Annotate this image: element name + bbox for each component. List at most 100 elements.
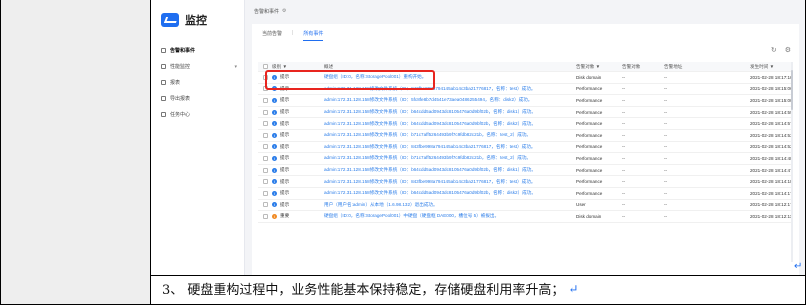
summary-link[interactable]: 硬盘组（ID:0，名称:StoragePool001）中硬盘（硬盘框 DAE00… [324,213,499,218]
sidebar-nav: 告警和事件性能监控 ▾ 报表导出报表任务中心 [151,42,245,122]
select-all-checkbox[interactable] [262,64,268,69]
level-cell: i 提示 [272,144,324,150]
export-icon [161,95,166,101]
row-checkbox[interactable] [262,179,268,185]
info-icon: i [272,144,277,150]
object-cell: -- [622,86,626,92]
object-cell: -- [622,121,626,127]
summary-cell: admin:172.31.128.158修改文件系统（ID：b64cdd5ad0… [324,109,576,115]
sidebar-item-label: 任务中心 [170,111,191,118]
sidebar-item-label: 导出报表 [170,95,191,102]
table-row[interactable]: i 重要 硬盘组（ID:0，名称:StoragePool001）中硬盘（硬盘框 DA… [258,211,793,223]
row-checkbox-cell [258,190,272,196]
type-cell: Performance [576,132,603,138]
sidebar-item-4[interactable]: 任务中心 [151,106,245,122]
breadcrumb: 告警和事件 [254,8,280,15]
row-checkbox[interactable] [262,155,268,161]
sidebar: 监控 告警和事件 性能监控 ▾ 报表 导出报表 任务中心 [151,0,245,275]
row-checkbox[interactable] [262,202,268,208]
row-checkbox[interactable] [262,144,268,150]
row-checkbox[interactable] [262,109,268,115]
sidebar-item-3[interactable]: 导出报表 [151,90,245,106]
sidebar-item-1[interactable]: 性能监控 ▾ [151,58,245,74]
summary-link[interactable]: admin:172.31.128.158修改文件系统（ID：b64cdd5ad0… [324,190,536,195]
summary-link[interactable]: admin:172.31.128.158修改文件系统（ID：b71c7aff52… [324,155,531,160]
table-row[interactable]: i 提示 admin:172.31.128.158修改文件系统（ID：b64cdd5… [258,188,793,200]
summary-link[interactable]: admin:172.31.128.158修改文件系统（ID：b64cdd5ad0… [324,109,536,114]
header-type[interactable]: 告警对象 ▼ [576,64,622,70]
scrollbar-thumb[interactable] [791,70,793,110]
chart-icon [161,63,166,69]
summary-cell: admin:172.31.128.158修改文件系统（ID：843fbe998a… [324,179,576,185]
monitor-logo-icon [161,13,179,27]
object-cell: -- [622,74,626,80]
header-time[interactable]: 发生时间 ▼ [750,64,790,70]
table-row[interactable]: i 提示 admin:172.31.128.158修改文件系统（ID：b64cdd5… [258,118,793,130]
table-row[interactable]: i 提示 admin:172.31.128.158修改文件系统（ID：b71c7af… [258,153,793,165]
sidebar-item-label: 性能监控 [170,63,191,70]
header-object: 告警对象 [622,63,641,69]
level-label: 提示 [280,155,290,161]
chevron-down-icon[interactable]: ▾ [234,64,237,70]
row-checkbox[interactable] [262,121,268,127]
object-cell: -- [622,167,626,173]
summary-link[interactable]: admin:172.31.128.158修改文件系统（ID：b64cdd5ad0… [324,121,536,126]
summary-cell: 用户（用户名:admin）从本地（1.6.98.132）退出成功。 [324,202,576,208]
table-row[interactable]: i 提示 admin:172.31.128.158修改文件系统（ID：b71c7af… [258,130,793,142]
summary-link[interactable]: admin:172.31.128.158修改文件系统（ID：b64cdd5ad0… [324,167,536,172]
tab-all-events[interactable]: 所有事件 [303,30,324,41]
row-checkbox[interactable] [262,167,268,173]
summary-cell: admin:172.31.128.158修改文件系统（ID：5fc8fe8b7d… [324,97,576,103]
level-cell: i 提示 [272,179,324,185]
type-cell: Performance [576,144,603,150]
type-cell: Performance [576,97,603,103]
sidebar-item-0[interactable]: 告警和事件 [151,42,245,58]
summary-link[interactable]: admin:172.31.128.158修改文件系统（ID：843fbe998a… [324,144,535,149]
type-cell: Performance [576,179,603,185]
time-cell: 2021-02-28 18:14:48 [750,155,793,161]
header-level[interactable]: 级别 ▼ [272,64,324,70]
header-address: 告警地址 [664,63,683,69]
table-row[interactable]: i 提示 admin:172.31.128.158修改文件系统（ID：843fbe9… [258,142,793,154]
refresh-icon[interactable]: ↻ [771,46,777,54]
level-label: 提示 [280,190,290,196]
table-row[interactable]: i 提示 admin:172.31.128.158修改文件系统（ID：843fbe9… [258,176,793,188]
info-icon: i [272,155,277,161]
time-cell: 2021-02-28 18:14:53 [750,132,793,138]
main-area: 告警和事件 ⚙ 当前告警 | 所有事件 ↻ ⚙ 级别 ▼ 概述 告警对象 ▼ 告… [246,0,805,275]
table-row[interactable]: i 提示 admin:172.31.128.158修改文件系统（ID：b64cdd5… [258,107,793,119]
table-row[interactable]: i 提示 admin:172.31.128.158修改文件系统（ID：5fc8fe8… [258,95,793,107]
caption-paragraph: 3、 硬盘重构过程中，业务性能基本保持稳定，存储硬盘利用率升高； ↵ [162,279,579,299]
type-cell: Performance [576,109,603,115]
settings-icon[interactable]: ⚙ [785,46,791,54]
table-tools: ↻ ⚙ [771,46,791,54]
summary-link[interactable]: admin:172.31.128.158修改文件系统（ID：b71c7aff52… [324,132,531,137]
level-cell: i 提示 [272,167,324,173]
summary-cell: admin:172.31.128.158修改文件系统（ID：b64cdd5ad0… [324,167,576,173]
info-icon: i [272,190,277,196]
paragraph-mark-icon: ↵ [568,281,579,296]
row-checkbox[interactable] [262,97,268,103]
summary-link[interactable]: admin:172.31.128.158修改文件系统（ID：5fc8fe8b7d… [324,97,532,102]
summary-link[interactable]: 用户（用户名:admin）从本地（1.6.98.132）退出成功。 [324,202,438,207]
summary-cell: admin:172.31.128.158修改文件系统（ID：b64cdd5ad0… [324,121,576,127]
embedded-screenshot: 监控 告警和事件 性能监控 ▾ 报表 导出报表 任务中心 告警和事件 ⚙ 当前告警 | 所… [151,0,805,275]
row-checkbox[interactable] [262,190,268,196]
row-checkbox[interactable] [262,213,268,219]
address-cell: -- [664,155,668,161]
row-checkbox[interactable] [262,132,268,138]
info-icon: i [272,132,277,138]
table-row[interactable]: i 提示 用户（用户名:admin）从本地（1.6.98.132）退出成功。 User… [258,200,793,212]
row-checkbox-cell [258,179,272,185]
tab-current-alarms[interactable]: 当前告警 [262,30,282,41]
gear-icon[interactable]: ⚙ [282,8,286,14]
summary-link[interactable]: admin:172.31.128.158修改文件系统（ID：843fbe998a… [324,179,535,184]
level-label: 提示 [280,178,290,184]
level-label: 提示 [280,201,290,207]
level-cell: i 提示 [272,132,324,138]
object-cell: -- [622,190,626,196]
object-cell: -- [622,144,626,150]
sidebar-item-2[interactable]: 报表 [151,74,245,90]
table-row[interactable]: i 提示 admin:172.31.128.158修改文件系统（ID：b64cdd5… [258,165,793,177]
level-cell: i 提示 [272,202,324,208]
